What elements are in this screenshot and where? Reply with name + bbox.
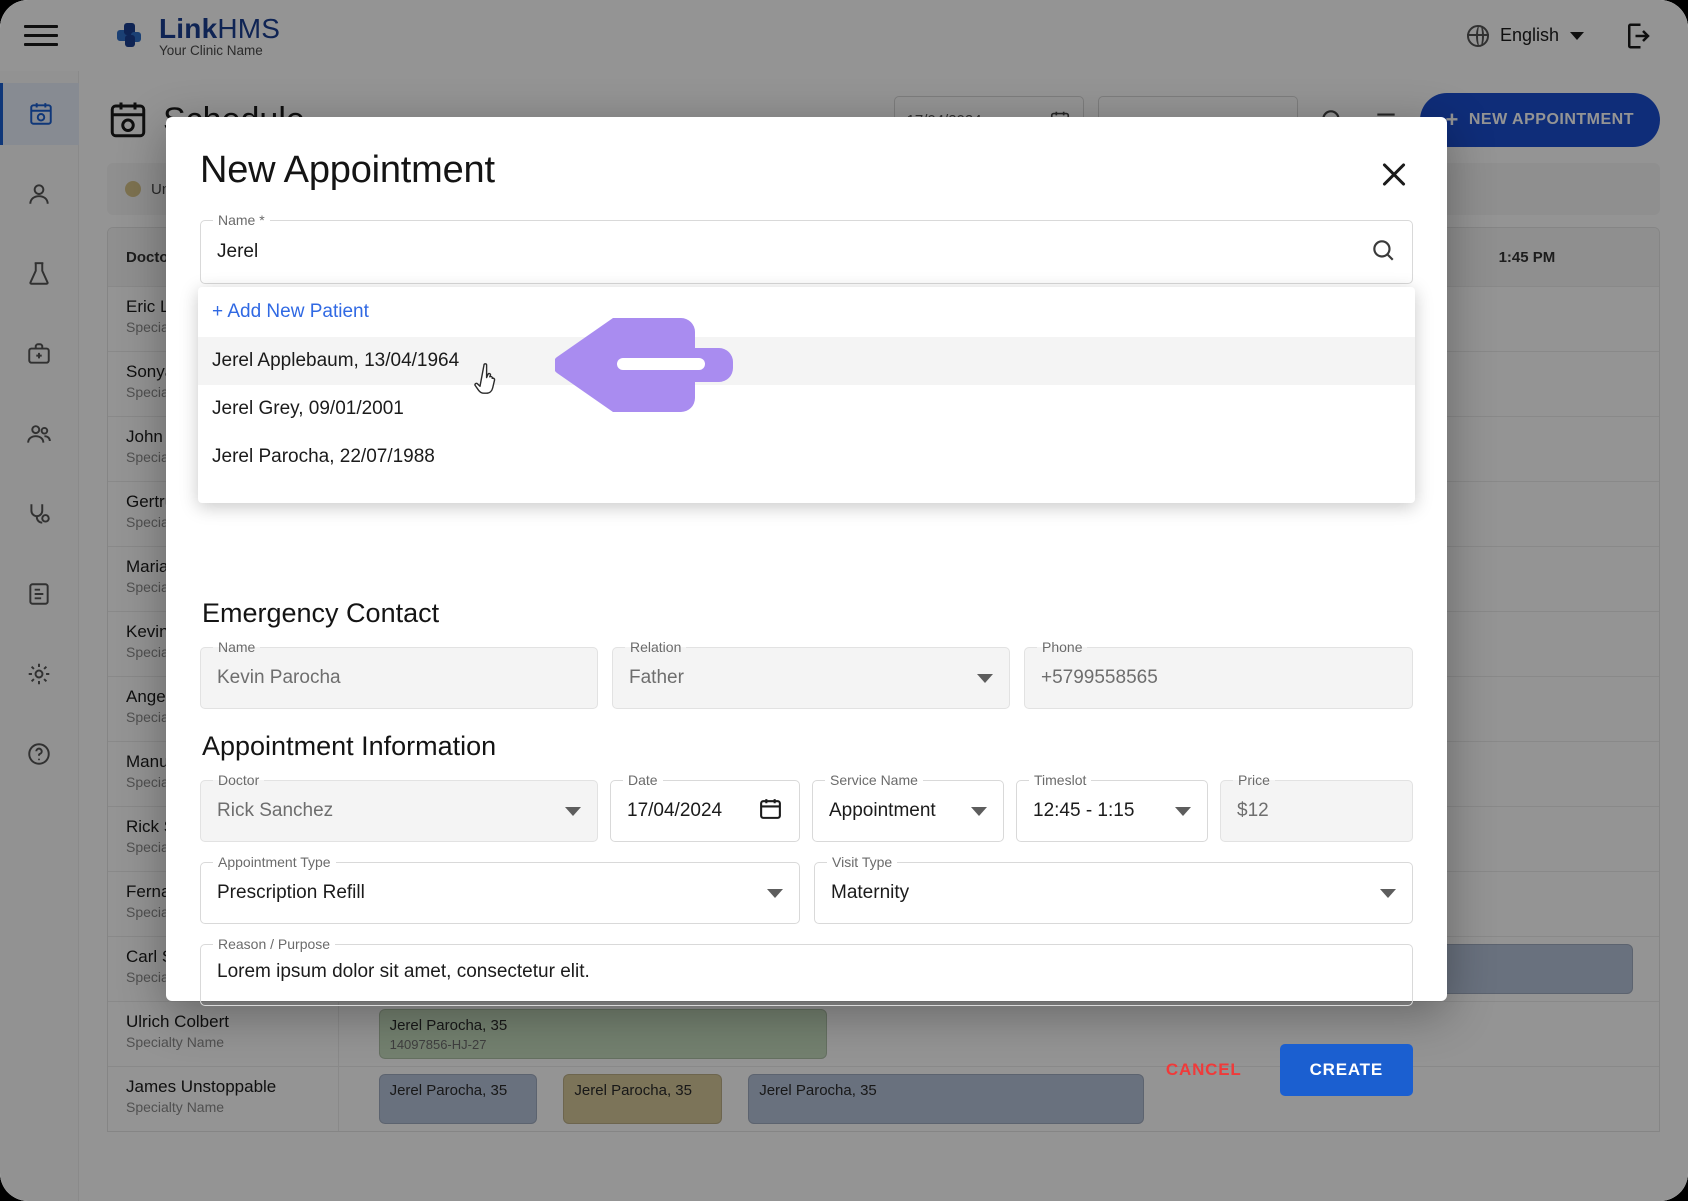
chevron-down-icon [977,673,993,683]
app-window: LinkHMS Your Clinic Name English + NEW A… [0,0,1688,1201]
reason-field[interactable]: Reason / Purpose Lorem ipsum dolor sit a… [200,936,1413,1006]
timeslot-field[interactable]: Timeslot 12:45 - 1:15 [1016,772,1208,842]
timeslot-value: 12:45 - 1:15 [1033,800,1135,821]
reason-value: Lorem ipsum dolor sit amet, consectetur … [217,961,590,982]
service-name-label: Service Name [825,772,923,788]
cancel-button[interactable]: CANCEL [1152,1050,1256,1090]
appointment-type-field[interactable]: Appointment Type Prescription Refill [200,854,800,924]
appointment-type-label: Appointment Type [213,854,336,870]
chevron-down-icon [1175,806,1191,816]
emergency-phone-value: +5799558565 [1041,667,1158,688]
create-button[interactable]: CREATE [1279,1044,1413,1096]
emergency-relation-value: Father [629,667,684,688]
date-field[interactable]: Date 17/04/2024 [610,772,800,842]
appointment-information-row: Doctor Rick Sanchez Date 17/04/2024 Serv… [200,772,1413,842]
name-field-row: Name * Jerel [200,212,1413,284]
patient-name-label: Name * [213,212,270,228]
patient-name-field[interactable]: Name * Jerel [200,212,1413,284]
search-icon[interactable] [1370,237,1396,268]
autocomplete-option[interactable]: Jerel Applebaum, 13/04/1964 [198,337,1415,385]
emergency-relation-field[interactable]: Relation Father [612,639,1010,709]
visit-type-label: Visit Type [827,854,898,870]
price-field: Price $12 [1220,772,1413,842]
emergency-phone-field[interactable]: Phone +5799558565 [1024,639,1413,709]
chevron-down-icon [767,888,783,898]
close-icon[interactable] [1375,155,1413,193]
chevron-down-icon [1380,888,1396,898]
doctor-value: Rick Sanchez [217,800,334,821]
reason-label: Reason / Purpose [213,936,336,952]
emergency-contact-title: Emergency Contact [202,598,440,628]
autocomplete-options: Jerel Applebaum, 13/04/1964 Jerel Grey, 0… [198,337,1415,481]
price-label: Price [1233,772,1275,788]
timeslot-label: Timeslot [1029,772,1092,788]
dialog-actions: CANCEL CREATE [200,1044,1413,1096]
patient-name-value: Jerel [217,241,259,262]
emergency-contact-row: Name Kevin Parocha Relation Father Phone… [200,639,1413,709]
emergency-phone-label: Phone [1037,639,1088,655]
new-appointment-dialog: New Appointment Name * Jerel + Add New P… [166,117,1447,1096]
add-new-patient-option[interactable]: + Add New Patient [198,287,1415,337]
service-name-field[interactable]: Service Name Appointment [812,772,1004,842]
appointment-information-title: Appointment Information [202,731,497,761]
appointment-type-value: Prescription Refill [217,882,365,903]
visit-type-field[interactable]: Visit Type Maternity [814,854,1413,924]
emergency-name-value: Kevin Parocha [217,667,341,688]
calendar-icon[interactable] [758,796,783,826]
visit-type-value: Maternity [831,882,910,903]
date-label: Date [623,772,663,788]
autocomplete-option[interactable]: Jerel Parocha, 22/07/1988 [198,433,1415,481]
doctor-label: Doctor [213,772,265,788]
emergency-name-label: Name [213,639,261,655]
doctor-field[interactable]: Doctor Rick Sanchez [200,772,598,842]
emergency-name-field[interactable]: Name Kevin Parocha [200,639,598,709]
service-name-value: Appointment [829,800,936,821]
dialog-title: New Appointment [200,149,495,191]
emergency-relation-label: Relation [625,639,687,655]
patient-autocomplete-dropdown: + Add New Patient Jerel Applebaum, 13/04… [198,287,1415,503]
autocomplete-option[interactable]: Jerel Grey, 09/01/2001 [198,385,1415,433]
chevron-down-icon [971,806,987,816]
price-value: $12 [1237,800,1269,821]
date-value: 17/04/2024 [627,800,723,821]
chevron-down-icon [565,806,581,816]
types-row: Appointment Type Prescription Refill Vis… [200,854,1413,924]
